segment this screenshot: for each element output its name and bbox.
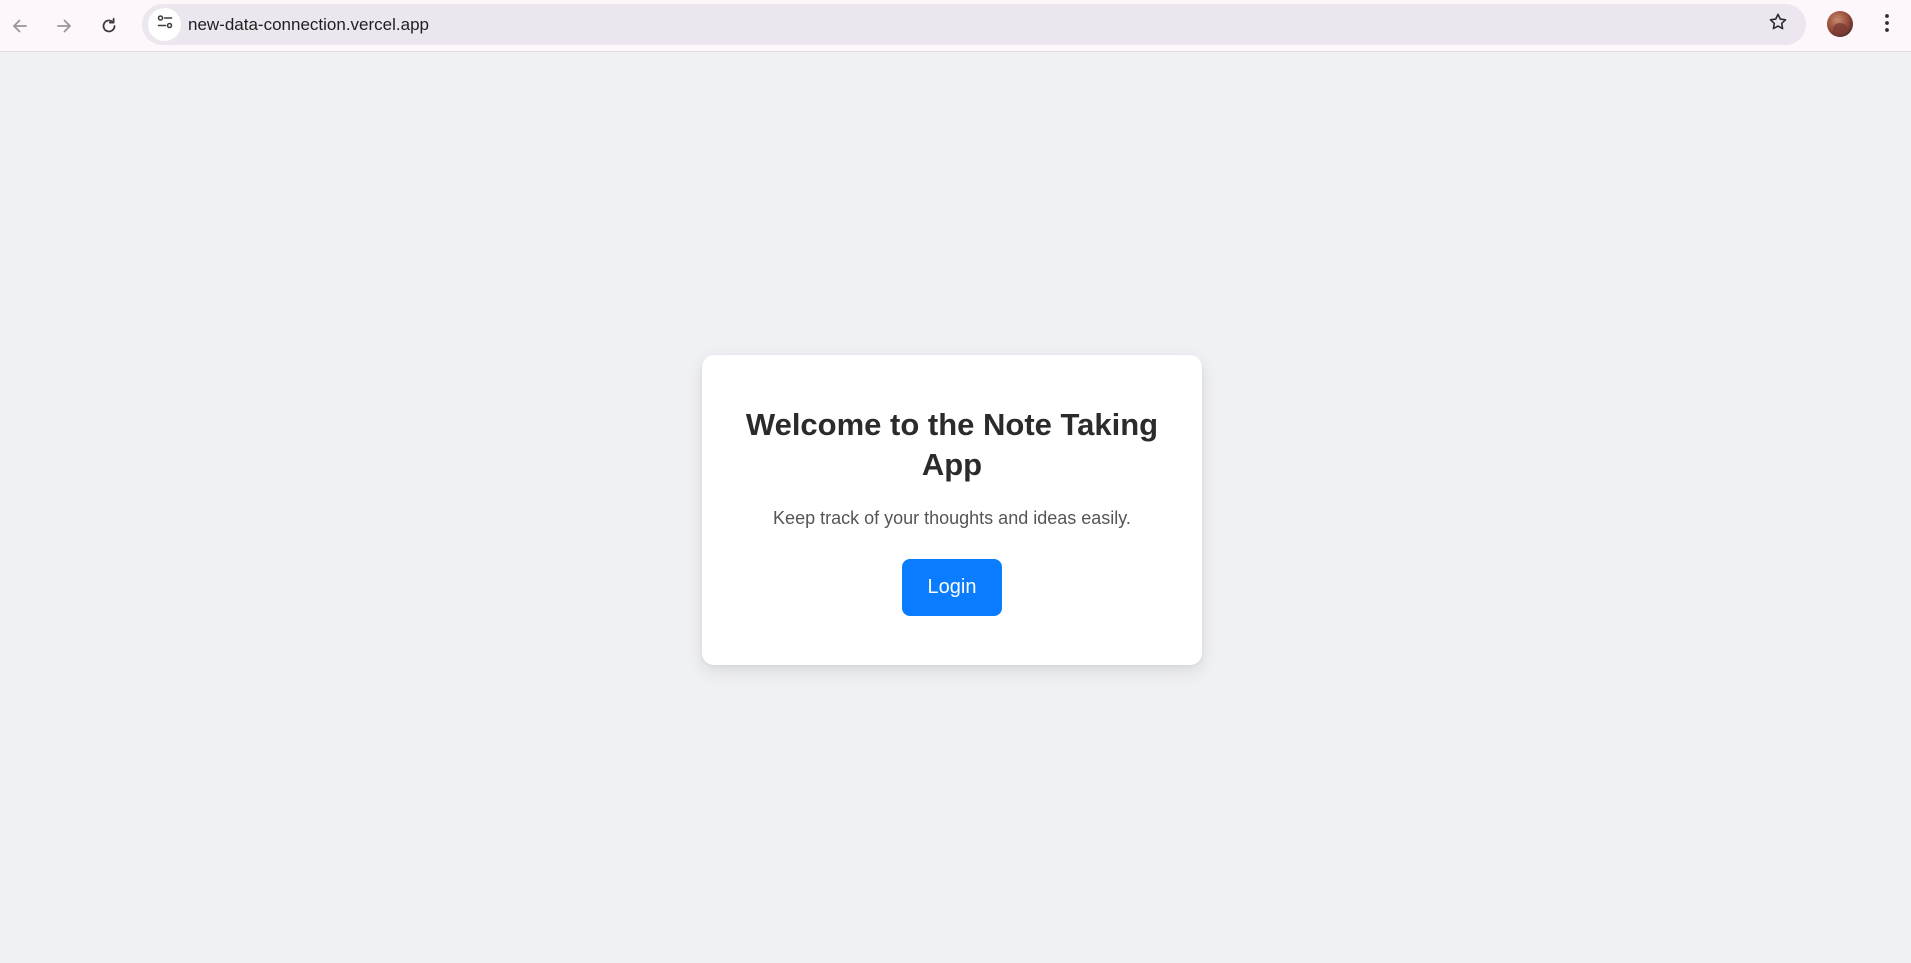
url-text[interactable]: new-data-connection.vercel.app	[188, 4, 429, 45]
reload-icon	[99, 16, 119, 36]
star-icon	[1768, 12, 1788, 37]
reload-button[interactable]	[91, 8, 127, 44]
site-settings-icon	[156, 13, 174, 36]
page-title: Welcome to the Note Taking App	[745, 407, 1159, 482]
login-button[interactable]: Login	[902, 559, 1002, 616]
forward-button[interactable]	[46, 8, 82, 44]
browser-toolbar: new-data-connection.vercel.app	[0, 0, 1911, 52]
back-button[interactable]	[2, 8, 38, 44]
page-subtitle: Keep track of your thoughts and ideas ea…	[773, 508, 1131, 528]
page-viewport: Welcome to the Note Taking App Keep trac…	[0, 53, 1911, 963]
address-bar[interactable]: new-data-connection.vercel.app	[142, 4, 1806, 45]
browser-menu-button[interactable]	[1870, 8, 1904, 42]
forward-arrow-icon	[54, 16, 74, 36]
bookmark-button[interactable]	[1762, 9, 1793, 40]
profile-avatar[interactable]	[1827, 11, 1853, 37]
welcome-card: Welcome to the Note Taking App Keep trac…	[702, 355, 1202, 665]
site-info-button[interactable]	[148, 8, 181, 41]
vertical-dots-icon	[1884, 13, 1890, 38]
back-arrow-icon	[10, 16, 30, 36]
